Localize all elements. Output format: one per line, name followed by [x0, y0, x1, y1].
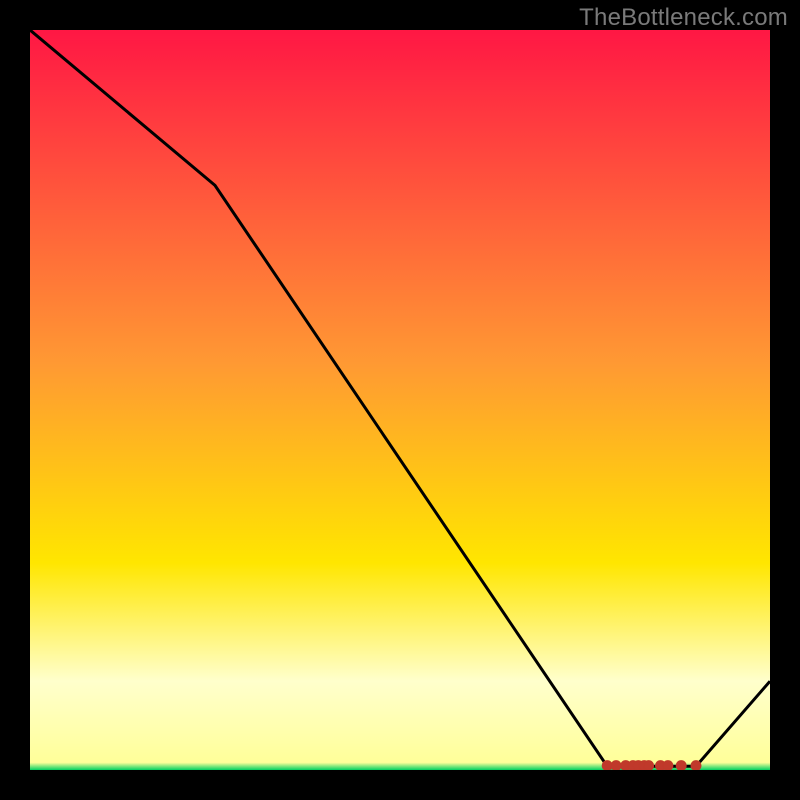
- optimal-marker: [691, 761, 701, 770]
- optimal-marker: [611, 761, 621, 770]
- optimal-marker: [676, 761, 686, 770]
- plot-svg: [30, 30, 770, 770]
- plot-area: [30, 30, 770, 770]
- attribution-label: TheBottleneck.com: [579, 4, 788, 32]
- chart-frame: TheBottleneck.com: [0, 0, 800, 800]
- optimal-marker: [663, 761, 673, 770]
- gradient-background: [30, 30, 770, 770]
- optimal-marker: [644, 761, 654, 770]
